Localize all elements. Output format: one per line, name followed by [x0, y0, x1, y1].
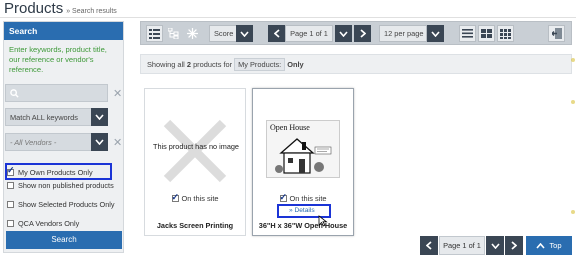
search-icon [6, 88, 19, 98]
thumbnail-title: Open House [270, 123, 310, 132]
search-input[interactable] [5, 84, 108, 102]
checkbox-label: Show non published products [18, 181, 114, 190]
checkbox-qca-vendors[interactable]: QCA Vendors Only [7, 219, 115, 228]
checkbox-label: Show Selected Products Only [18, 200, 115, 209]
checkbox-box[interactable] [279, 192, 287, 203]
house-image-icon [275, 138, 332, 174]
vendor-select-value: - All Vendors - [10, 137, 57, 147]
per-page-value: 12 per page [384, 29, 424, 38]
prev-page-button[interactable] [268, 25, 285, 42]
next-page-button[interactable] [505, 236, 523, 255]
results-summary: Showing all 2 products for My Products: … [140, 54, 572, 74]
results-toolbar: Score Page 1 of 1 12 per page [140, 21, 572, 45]
filter-value: Only [287, 59, 304, 69]
page-header: Products » Search results [4, 0, 117, 18]
chevron-up-icon [536, 242, 545, 249]
checkbox-box[interactable] [7, 201, 14, 208]
on-site-label: On this site [289, 194, 327, 203]
search-hint: Enter keywords, product title, our refer… [9, 45, 107, 74]
chevron-down-icon [91, 133, 108, 151]
breadcrumb: » Search results [66, 8, 117, 15]
checkbox-my-own-products[interactable]: My Own Products Only [7, 166, 110, 177]
search-button[interactable]: Search [6, 231, 122, 249]
checkbox-label: QCA Vendors Only [18, 219, 80, 228]
checkbox-selected-only[interactable]: Show Selected Products Only [7, 200, 115, 209]
match-select-value: Match ALL keywords [10, 112, 78, 122]
large-grid-icon[interactable] [497, 25, 514, 42]
sort-select-value: Score [214, 29, 234, 38]
page-dropdown-button[interactable] [335, 25, 352, 42]
product-name[interactable]: Jacks Screen Printing [145, 221, 245, 230]
export-icon[interactable] [548, 25, 565, 42]
on-site-checkbox[interactable]: On this site [253, 192, 353, 203]
summary-prefix: Showing all [147, 59, 185, 69]
vendor-select[interactable]: - All Vendors - [5, 133, 108, 151]
page-title: Products [4, 0, 64, 17]
chevron-down-icon[interactable] [427, 25, 444, 42]
decorative-dot [571, 210, 575, 214]
grid-view-icon[interactable] [478, 25, 495, 42]
mouse-cursor-icon [318, 215, 328, 227]
tree-view-icon[interactable] [165, 25, 182, 42]
snowflake-icon[interactable] [184, 25, 201, 42]
per-page-select[interactable]: 12 per page [379, 25, 427, 42]
clear-search-icon[interactable]: ✕ [113, 87, 122, 100]
match-select[interactable]: Match ALL keywords [5, 108, 108, 126]
filter-label: My Products: [234, 57, 286, 71]
header-divider [0, 17, 576, 18]
no-image-icon [163, 119, 227, 183]
product-thumbnail[interactable]: Open House [266, 120, 340, 178]
product-name[interactable]: 36"H x 36"W Open House [253, 221, 353, 230]
page-dropdown-button[interactable] [486, 236, 504, 255]
decorative-dot [571, 100, 575, 104]
checkbox-label: My Own Products Only [18, 168, 93, 177]
detail-list-icon[interactable] [459, 25, 476, 42]
on-site-checkbox[interactable]: On this site [145, 192, 245, 203]
checkbox-box[interactable] [7, 220, 14, 227]
back-to-top-button[interactable]: Top [526, 236, 572, 255]
page-indicator: Page 1 of 1 [285, 25, 333, 42]
no-image-text: This product has no image [153, 142, 239, 151]
clear-vendor-icon[interactable]: ✕ [113, 136, 122, 149]
chevron-down-icon[interactable] [236, 25, 253, 42]
summary-middle: products for [193, 59, 233, 69]
checkbox-box[interactable] [7, 182, 14, 189]
summary-count: 2 [186, 59, 191, 69]
sidebar-title: Search [4, 22, 123, 40]
page-indicator: Page 1 of 1 [439, 236, 485, 255]
decorative-dot [571, 58, 575, 62]
checkbox-box[interactable] [171, 192, 179, 203]
next-page-button[interactable] [354, 25, 371, 42]
checkbox-non-published[interactable]: Show non published products [7, 181, 115, 190]
top-label: Top [549, 241, 562, 250]
chevron-down-icon [91, 108, 108, 126]
page-label: Page 1 of 1 [290, 29, 328, 38]
list-view-icon[interactable] [146, 25, 163, 42]
on-site-label: On this site [181, 194, 219, 203]
checkbox-box[interactable] [7, 166, 15, 176]
prev-page-button[interactable] [420, 236, 438, 255]
product-card[interactable]: This product has no image On this site J… [144, 88, 246, 236]
